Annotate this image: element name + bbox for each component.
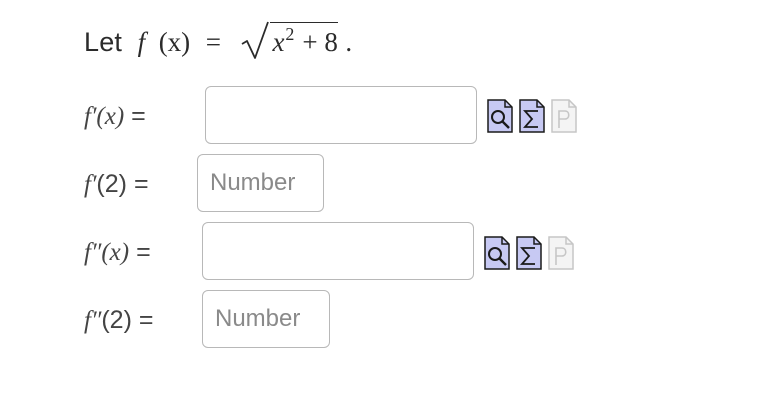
row-equals: = [136, 237, 151, 266]
second-derivative-at-2-input[interactable] [202, 290, 330, 348]
parse-icon[interactable] [548, 236, 574, 270]
row-argument: (2) [96, 169, 127, 198]
row-argument: (x) [96, 102, 125, 130]
function-argument: (x) [158, 27, 191, 57]
problem-statement: Let f (x) = x2 + 8 . [84, 21, 353, 59]
row-label: f″(2) = [84, 306, 153, 335]
second-derivative-input[interactable] [202, 222, 474, 280]
square-root: x2 + 8 [240, 21, 338, 59]
radicand-exponent: 2 [285, 24, 295, 44]
first-derivative-at-2-input[interactable] [197, 154, 324, 212]
radicand: x2 + 8 [270, 22, 338, 57]
radicand-variable: x [272, 27, 285, 57]
let-word: Let [84, 27, 123, 57]
period: . [345, 27, 353, 57]
row-label: f′(x) = [84, 102, 146, 131]
function-name: f [137, 27, 146, 57]
answer-row-first-derivative: f′(x) = [84, 86, 146, 146]
equation-editor-icon[interactable] [519, 99, 545, 133]
parse-icon[interactable] [551, 99, 577, 133]
row-function: f″ [84, 306, 102, 334]
row-label: f″(x) = [84, 238, 151, 267]
row-equals: = [138, 305, 154, 334]
row-equals: = [131, 101, 146, 130]
answer-row-first-derivative-at-2: f′(2) = [84, 154, 149, 214]
row-function: f′ [84, 170, 97, 198]
row-function: f″ [84, 238, 102, 266]
row-argument: (x) [101, 238, 130, 266]
preview-icon[interactable] [487, 99, 513, 133]
radicand-constant: + 8 [302, 27, 338, 57]
preview-icon[interactable] [484, 236, 510, 270]
answer-row-second-derivative-at-2: f″(2) = [84, 290, 153, 350]
first-derivative-tools [487, 99, 577, 133]
first-derivative-input[interactable] [205, 86, 477, 144]
second-derivative-tools [484, 236, 574, 270]
row-function: f′ [84, 102, 97, 130]
row-label: f′(2) = [84, 170, 149, 199]
equation-editor-icon[interactable] [516, 236, 542, 270]
answer-row-second-derivative: f″(x) = [84, 222, 151, 282]
radical-sign-icon [241, 21, 270, 59]
row-argument: (2) [101, 305, 132, 334]
equals-sign: = [205, 27, 221, 57]
row-equals: = [133, 169, 149, 198]
